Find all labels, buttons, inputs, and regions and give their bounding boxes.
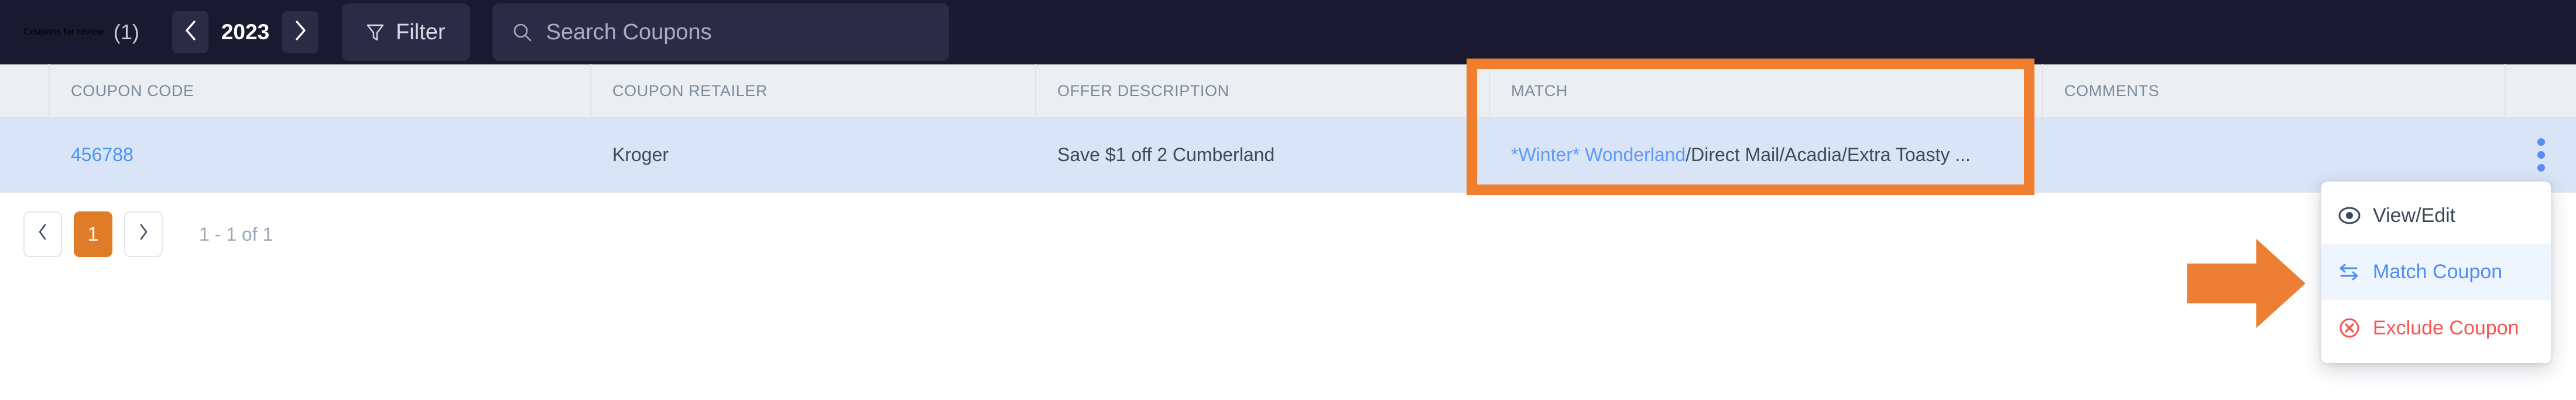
pagination-range-text: 1 - 1 of 1 xyxy=(199,223,273,245)
column-header-offer-description[interactable]: OFFER DESCRIPTION xyxy=(1036,64,1490,118)
menu-item-label: Exclude Coupon xyxy=(2373,316,2519,339)
pagination-prev-button[interactable] xyxy=(23,211,62,257)
row-spacer-cell xyxy=(0,118,50,193)
menu-item-match-coupon[interactable]: Match Coupon xyxy=(2321,244,2551,300)
circle-x-icon xyxy=(2337,317,2373,339)
coupon-code-link[interactable]: 456788 xyxy=(71,144,133,166)
cell-coupon-retailer: Kroger xyxy=(612,144,669,165)
filter-label: Filter xyxy=(396,19,446,45)
coupons-table: COUPON CODE COUPON RETAILER OFFER DESCRI… xyxy=(0,64,2576,193)
column-header-spacer xyxy=(0,64,50,118)
column-header-coupon-retailer[interactable]: COUPON RETAILER xyxy=(591,64,1036,118)
table-row[interactable]: 456788 Kroger Save $1 off 2 Cumberland *… xyxy=(0,118,2576,193)
pagination-bar: 1 1 - 1 of 1 xyxy=(0,211,2576,258)
chevron-right-icon xyxy=(138,223,149,245)
column-header-coupon-code[interactable]: COUPON CODE xyxy=(50,64,591,118)
kebab-menu-icon[interactable] xyxy=(2506,138,2576,172)
year-navigator: 2023 xyxy=(172,11,319,53)
cell-match: *Winter* Wonderland/Direct Mail/Acadia/E… xyxy=(1490,118,2043,193)
search-coupons-box[interactable] xyxy=(492,4,949,61)
eye-icon xyxy=(2337,205,2373,226)
column-header-match[interactable]: MATCH xyxy=(1490,64,2043,118)
swap-arrows-icon xyxy=(2337,261,2373,282)
search-input[interactable] xyxy=(546,19,929,45)
menu-item-label: Match Coupon xyxy=(2373,260,2503,283)
cell-coupon-code: 456788 xyxy=(50,118,591,193)
match-rest-text: /Direct Mail/Acadia/Extra Toasty ... xyxy=(1686,144,1971,165)
chevron-right-icon xyxy=(294,20,307,45)
year-prev-button[interactable] xyxy=(172,11,208,53)
page-title: Coupons for review xyxy=(23,27,104,37)
menu-item-label: View/Edit xyxy=(2373,204,2456,227)
year-next-button[interactable] xyxy=(282,11,319,53)
row-actions-context-menu: View/Edit Match Coupon Exclude Coupon xyxy=(2321,182,2551,363)
menu-item-exclude-coupon[interactable]: Exclude Coupon xyxy=(2321,300,2551,356)
match-link[interactable]: *Winter* Wonderland xyxy=(1511,144,1686,166)
column-header-comments[interactable]: COMMENTS xyxy=(2043,64,2506,118)
pagination-page-1[interactable]: 1 xyxy=(74,211,112,257)
chevron-left-icon xyxy=(184,20,197,45)
column-header-actions xyxy=(2506,64,2576,118)
chevron-left-icon xyxy=(37,223,48,245)
pagination-next-button[interactable] xyxy=(124,211,163,257)
app-header-bar: Coupons for review (1) 2023 Filter xyxy=(0,0,2576,64)
filter-button[interactable]: Filter xyxy=(342,4,470,61)
search-icon xyxy=(512,22,532,42)
cell-offer-description: Save $1 off 2 Cumberland xyxy=(1057,144,1275,165)
table-header-row: COUPON CODE COUPON RETAILER OFFER DESCRI… xyxy=(0,64,2576,118)
funnel-icon xyxy=(366,23,384,42)
year-label: 2023 xyxy=(221,20,270,44)
menu-item-view-edit[interactable]: View/Edit xyxy=(2321,187,2551,244)
page-title-count: (1) xyxy=(113,20,139,44)
